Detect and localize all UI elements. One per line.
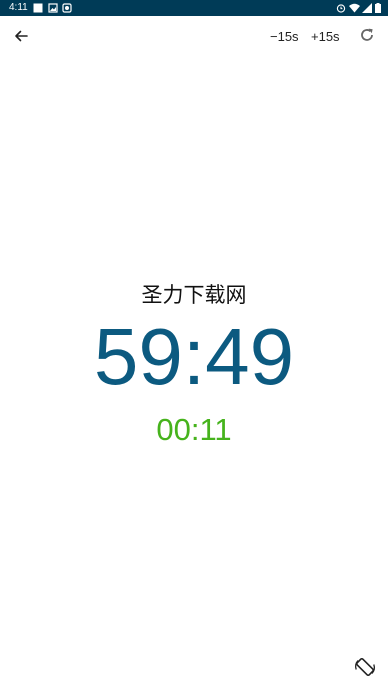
elapsed-time: 00:11 xyxy=(156,412,232,447)
square-notification-icon xyxy=(33,3,43,13)
screen-rotation-icon xyxy=(353,655,377,683)
remaining-time: 59:49 xyxy=(93,312,295,401)
timer-screen: 4:11 −15s +15s 圣力下载网 59:49 00:11 xyxy=(0,0,388,691)
app-bar: −15s +15s xyxy=(0,16,388,58)
status-time: 4:11 xyxy=(9,2,28,13)
timer-title: 圣力下载网 xyxy=(141,283,247,307)
arrow-left-icon xyxy=(14,28,28,47)
reset-button[interactable] xyxy=(355,24,379,50)
signal-icon xyxy=(362,3,372,13)
plus-15s-button[interactable]: +15s xyxy=(311,27,340,47)
refresh-icon xyxy=(359,27,375,47)
rotate-screen-button[interactable] xyxy=(352,656,378,682)
android-notification-icon xyxy=(62,3,72,13)
battery-icon xyxy=(375,3,381,13)
minus-15s-button[interactable]: −15s xyxy=(270,27,299,47)
alarm-icon xyxy=(336,3,346,13)
back-button[interactable] xyxy=(8,24,34,50)
status-bar: 4:11 xyxy=(0,0,388,16)
wifi-icon xyxy=(349,3,360,13)
image-notification-icon xyxy=(48,3,58,13)
